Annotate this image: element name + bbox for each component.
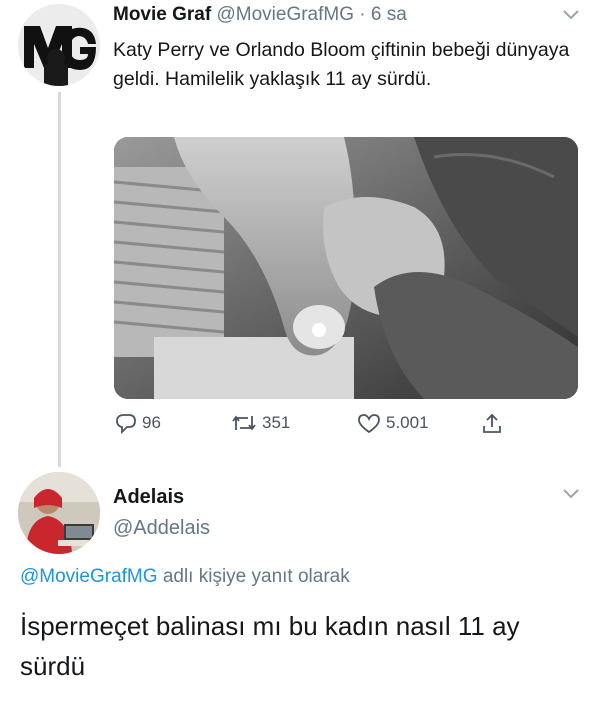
adelais-avatar[interactable] [18, 472, 100, 554]
author-handle[interactable]: @MovieGrafMG [216, 4, 354, 25]
share-icon [483, 413, 501, 433]
retweet-action[interactable]: 351 [230, 412, 290, 434]
tweet-text: Katy Perry ve Orlando Bloom çiftinin beb… [113, 39, 570, 90]
reply-count: 96 [142, 413, 161, 432]
tweet-time[interactable]: 6 sa [371, 4, 407, 25]
movie-graf-avatar[interactable] [18, 4, 100, 86]
time-separator: · [359, 4, 366, 25]
thread-line [58, 92, 61, 467]
movie-graf-logo [18, 4, 100, 86]
tweet-header: Movie Graf @MovieGrafMG · 6 sa [113, 4, 407, 26]
like-action[interactable]: 5.001 [356, 412, 429, 434]
reply-to-suffix: adlı kişiye yanıt olarak [162, 566, 350, 587]
reply-icon [116, 414, 136, 434]
reply-text: İspermeçet balinası mı bu kadın nasıl 11… [20, 611, 520, 681]
like-icon [358, 414, 380, 434]
reply-action[interactable]: 96 [114, 412, 161, 434]
retweet-icon [232, 415, 256, 431]
author-name[interactable]: Movie Graf [113, 4, 211, 25]
adelais-photo [18, 472, 100, 554]
retweet-count: 351 [262, 413, 291, 432]
share-action[interactable] [480, 412, 508, 436]
tweet-photo[interactable] [114, 137, 578, 399]
tweet-actions: 96 351 5.001 [112, 412, 512, 442]
chevron-down-icon[interactable] [562, 8, 580, 26]
reply-author-name[interactable]: Adelais [113, 486, 184, 509]
reply-context: @MovieGrafMG adlı kişiye yanıt olarak [20, 566, 350, 588]
baby-hand-photo [114, 137, 578, 399]
like-count: 5.001 [386, 413, 429, 432]
reply-author-handle[interactable]: @Addelais [113, 517, 210, 540]
reply-to-link[interactable]: @MovieGrafMG [20, 566, 158, 587]
chevron-down-icon[interactable] [562, 487, 580, 505]
